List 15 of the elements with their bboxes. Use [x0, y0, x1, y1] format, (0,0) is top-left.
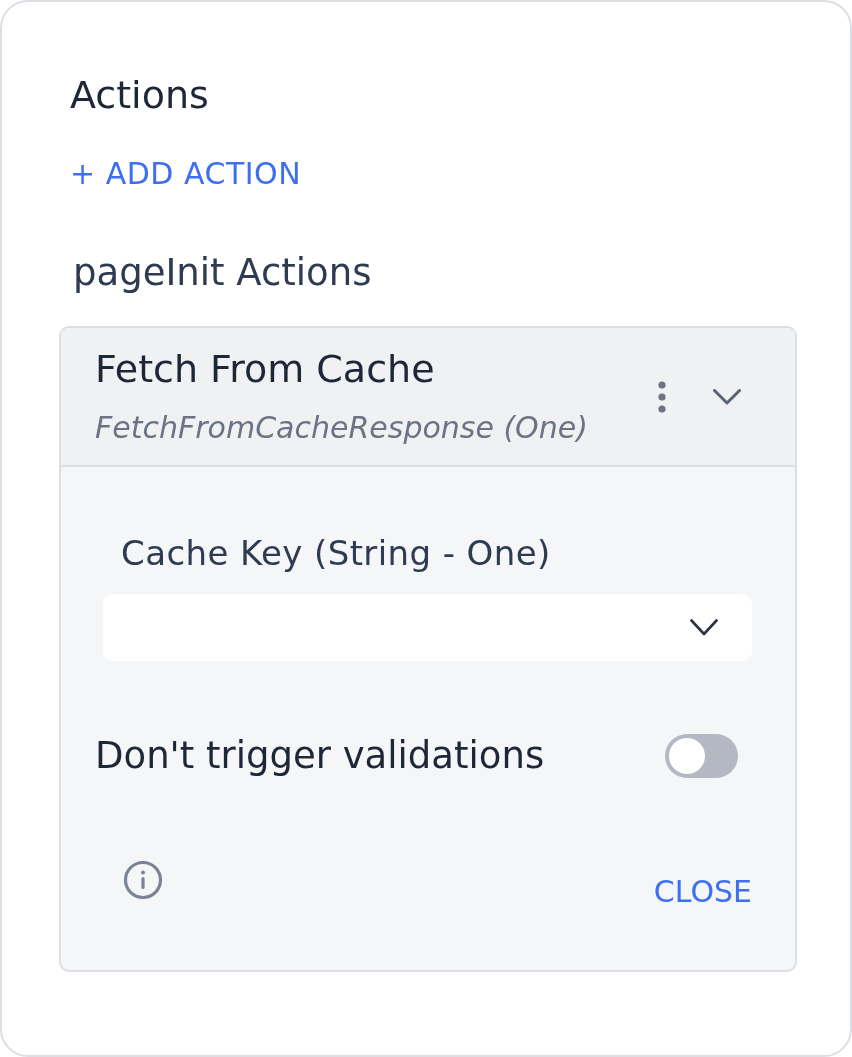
add-action-button[interactable]: + ADD ACTION — [70, 154, 302, 194]
chevron-down-icon[interactable] — [713, 389, 741, 405]
dropdown-field[interactable] — [103, 594, 752, 661]
action-title: Fetch From Cache — [95, 346, 435, 392]
toggle-switch[interactable] — [665, 734, 738, 778]
chevron-down-icon — [690, 619, 718, 636]
info-icon[interactable] — [123, 860, 163, 900]
action-subtitle: FetchFromCacheResponse (One) — [95, 409, 588, 447]
kebab-menu-icon[interactable] — [658, 381, 666, 413]
action-card-header[interactable]: Fetch From Cache FetchFromCacheResponse (One) — [61, 328, 795, 467]
close-button[interactable]: CLOSE — [653, 872, 752, 912]
section-title: pageInit Actions — [73, 250, 372, 296]
toggle-label: Don't trigger validations — [95, 733, 545, 779]
field-label: Cache Key (String - One) — [121, 533, 551, 573]
panel-title: Actions — [70, 72, 209, 119]
